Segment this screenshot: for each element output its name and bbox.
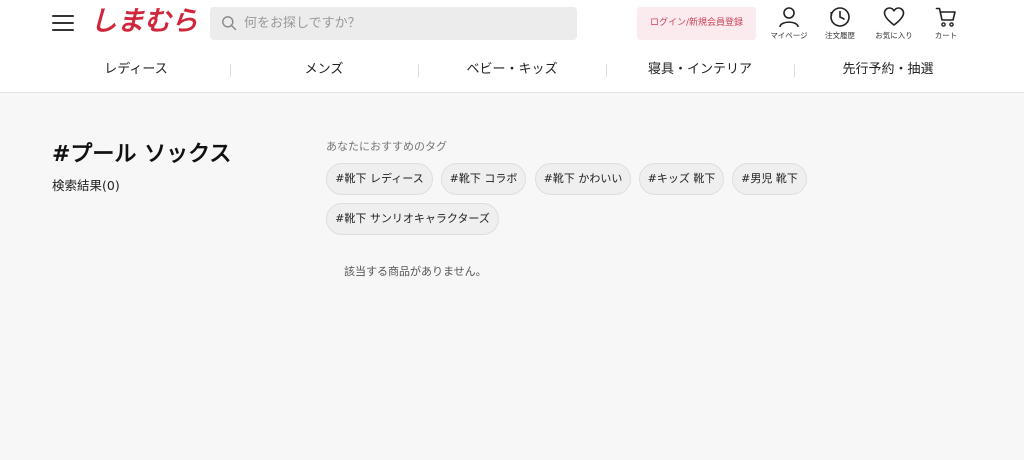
- search-input[interactable]: [244, 7, 564, 40]
- tag-boys-socks[interactable]: #男児 靴下: [732, 163, 807, 195]
- nav-item-baby-kids[interactable]: ベビー・キッズ: [418, 55, 606, 85]
- order-history-label: 注文履歴: [825, 31, 855, 40]
- nav-item-ladies[interactable]: レディース: [42, 55, 230, 85]
- tag-kids-socks[interactable]: #キッズ 靴下: [639, 163, 724, 195]
- recommended-tags-heading: あなたにおすすめのタグ: [326, 140, 447, 153]
- favorites-button[interactable]: お気に入り: [869, 6, 919, 42]
- search-result-count: 検索結果(0): [52, 178, 120, 193]
- user-icon: [779, 7, 799, 28]
- nav-item-bedding-interior[interactable]: 寝具・インテリア: [606, 55, 794, 85]
- cart-button[interactable]: カート: [921, 6, 971, 42]
- mypage-label: マイページ: [770, 31, 808, 40]
- favorites-label: お気に入り: [875, 31, 913, 40]
- nav-item-preorder-lottery[interactable]: 先行予約・抽選: [794, 55, 982, 85]
- order-history-button[interactable]: 注文履歴: [815, 6, 865, 42]
- menu-icon[interactable]: [52, 14, 74, 32]
- login-register-button[interactable]: ログイン/新規会員登録: [637, 7, 756, 40]
- site-header: しまむら ログイン/新規会員登録 マイページ 注文履歴 お気に入り: [0, 0, 1024, 93]
- shimamura-logo[interactable]: しまむら: [90, 4, 198, 40]
- search-bar: [210, 7, 577, 40]
- cart-label: カート: [934, 31, 958, 40]
- cart-icon: [935, 7, 956, 27]
- tag-socks-cute[interactable]: #靴下 かわいい: [535, 163, 631, 195]
- nav-item-mens[interactable]: メンズ: [230, 55, 418, 85]
- heart-icon: [883, 7, 905, 26]
- clock-icon: [830, 7, 850, 27]
- no-results-message: 該当する商品がありません。: [344, 265, 487, 278]
- search-icon[interactable]: [221, 15, 237, 31]
- mypage-button[interactable]: マイページ: [764, 6, 814, 42]
- tag-socks-ladies[interactable]: #靴下 レディース: [326, 163, 433, 195]
- tag-socks-collab[interactable]: #靴下 コラボ: [441, 163, 526, 195]
- category-nav: レディース メンズ ベビー・キッズ 寝具・インテリア 先行予約・抽選: [42, 55, 982, 85]
- page-title: #プール ソックス: [52, 142, 232, 167]
- tag-socks-sanrio[interactable]: #靴下 サンリオキャラクターズ: [326, 203, 499, 235]
